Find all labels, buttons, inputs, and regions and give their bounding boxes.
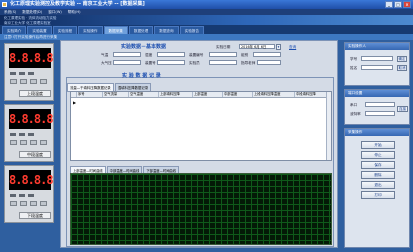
device-id-input[interactable] — [157, 60, 185, 65]
cancel-button[interactable]: 取消 — [397, 65, 407, 71]
title-bar: 化工原理实验测控及教学实验 -- 南京工业大学 -- [数据采集] _ □ × — [0, 0, 413, 9]
tab-equipment[interactable]: 实验装置 — [27, 26, 52, 34]
tab-process[interactable]: 实验流程 — [52, 26, 78, 34]
banner-line-1: 化工原理实验 · 流体流动阻力实验 — [4, 16, 57, 20]
humidity-input[interactable] — [157, 52, 185, 57]
port-select[interactable] — [365, 102, 395, 107]
indicator-lights — [10, 133, 34, 136]
tab-data-query[interactable]: 数据查询 — [154, 26, 179, 34]
header-banner: 化工原理实验 · 流体流动阻力实验 南京工业大学 化工原理实验室 — [0, 15, 413, 25]
field-label: 装置编号 — [189, 53, 204, 57]
tab-data-acquisition[interactable]: 数据采集 — [103, 26, 128, 34]
temperature-controller-lower: 8.8.8.8 下段温度 — [4, 165, 54, 223]
indicator-lights — [10, 194, 34, 197]
tab-intro[interactable]: 实验简介 — [2, 26, 27, 34]
operator-panel: 实验操作人 学号 姓名 确定 取消 — [344, 42, 410, 86]
field-label: 姓名 — [350, 66, 358, 70]
operation-panel: 采集操作 开始 停止 保存 删除 退出 打印 — [344, 128, 410, 248]
connect-button[interactable]: 连接 — [397, 106, 408, 112]
group-input[interactable] — [253, 52, 281, 57]
column-header[interactable]: 中部温度 — [223, 92, 253, 97]
device-label: 下段温度 — [19, 212, 51, 219]
data-panel: 实验数据－基本数据 实验日期 2016年 6月 6日 ▾ 查询 气温 湿度 装置… — [60, 40, 338, 248]
column-header[interactable]: 上部温度 — [193, 92, 223, 97]
tab-report[interactable]: 实验报告 — [179, 26, 204, 34]
row-marker-icon: ▶ — [73, 100, 77, 105]
main-tabs: 实验简介 实验装置 实验流程 实验操作 数据采集 数据处理 数据查询 实验报告 — [0, 25, 413, 34]
app-icon — [2, 2, 7, 7]
tab-operation[interactable]: 实验操作 — [78, 26, 103, 34]
column-header[interactable]: 空气流量 — [103, 92, 129, 97]
temperature-controller-upper: 8.8.8.8 上段温度 — [4, 43, 54, 101]
column-header[interactable]: 上部填料压降 — [159, 92, 193, 97]
indicator-lights — [10, 72, 34, 75]
field-label: 气温 — [101, 53, 109, 57]
field-label: 波特率 — [350, 112, 361, 116]
close-button[interactable]: × — [403, 1, 411, 8]
minimize-button[interactable]: _ — [385, 1, 393, 8]
date-label: 实验日期 — [216, 45, 231, 49]
teacher-input[interactable] — [257, 60, 281, 65]
query-link[interactable]: 查询 — [289, 45, 296, 50]
column-header[interactable]: 空气温度 — [129, 92, 159, 97]
field-label: 串口 — [350, 103, 358, 107]
window-controls: _ □ × — [385, 1, 411, 8]
led-display: 8.8.8.8 — [9, 170, 54, 190]
led-display: 8.8.8.8 — [9, 109, 54, 129]
device-number-input[interactable] — [209, 52, 237, 57]
table-header: 序号 空气流量 空气温度 上部填料压降 上部温度 中部温度 上段填料压降温度 中… — [71, 92, 331, 98]
temperature-chart — [70, 173, 332, 245]
baud-select[interactable] — [365, 111, 395, 116]
led-display: 8.8.8.8 — [9, 48, 54, 68]
column-header[interactable]: 中段填料压降 — [295, 92, 327, 97]
pressure-input[interactable] — [113, 60, 141, 65]
column-header[interactable]: 上段填料压降温度 — [253, 92, 295, 97]
field-label: 实验员 — [189, 61, 200, 65]
stop-button[interactable]: 停止 — [361, 151, 395, 159]
records-table[interactable]: 序号 空气流量 空气温度 上部填料压降 上部温度 中部温度 上段填料压降温度 中… — [70, 91, 332, 161]
date-picker[interactable]: 2016年 6月 6日 — [239, 44, 275, 49]
controller-keys — [10, 79, 47, 84]
device-label: 上段温度 — [19, 90, 51, 97]
field-label: 学号 — [350, 57, 358, 61]
field-label: 湿度 — [145, 53, 153, 57]
operator-input[interactable] — [209, 60, 237, 65]
date-dropdown-button[interactable]: ▾ — [276, 44, 281, 50]
table-scrollbar[interactable] — [326, 92, 331, 160]
print-button[interactable]: 打印 — [361, 191, 395, 199]
port-panel: 端口设置 串口 波特率 连接 — [344, 89, 410, 125]
controller-keys — [10, 201, 47, 206]
field-label: 装置号 — [145, 61, 156, 65]
panel-title: 实验操作人 — [345, 43, 409, 50]
panel-title: 采集操作 — [345, 129, 409, 136]
records-box: 实 验 数 据 记 录 流量—干填料压降数据记录 湿填料压降数据记录 序号 空气… — [66, 73, 334, 247]
temperature-controller-middle: 8.8.8.8 中段温度 — [4, 104, 54, 162]
records-title: 实 验 数 据 记 录 — [122, 73, 161, 79]
device-label: 中段温度 — [19, 151, 51, 158]
start-button[interactable]: 开始 — [361, 141, 395, 149]
delete-button[interactable]: 删除 — [361, 171, 395, 179]
student-id-input[interactable] — [361, 56, 393, 61]
field-label: 大气压 — [101, 61, 112, 65]
save-button[interactable]: 保存 — [361, 161, 395, 169]
panel-title: 端口设置 — [345, 90, 409, 97]
basic-data-title: 实验数据－基本数据 — [121, 44, 167, 50]
air-temp-input[interactable] — [113, 52, 141, 57]
exit-button[interactable]: 退出 — [361, 181, 395, 189]
field-label: 组别 — [241, 53, 249, 57]
maximize-button[interactable]: □ — [394, 1, 402, 8]
window-title: 化工原理实验测控及教学实验 -- 南京工业大学 -- [数据采集] — [10, 1, 145, 7]
student-name-input[interactable] — [361, 65, 393, 70]
column-header[interactable]: 序号 — [77, 92, 103, 97]
confirm-button[interactable]: 确定 — [397, 56, 407, 62]
field-label: 指导老师 — [241, 61, 256, 65]
controller-keys — [10, 140, 47, 145]
tab-data-processing[interactable]: 数据处理 — [128, 26, 154, 34]
